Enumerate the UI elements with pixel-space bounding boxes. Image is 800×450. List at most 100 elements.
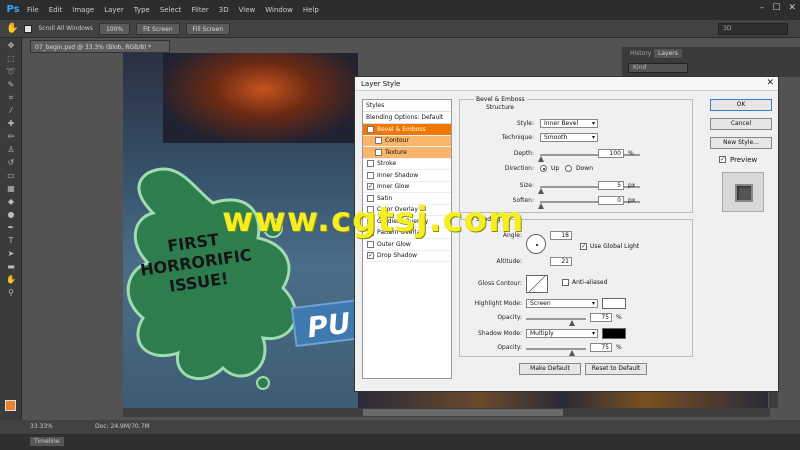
highlight-opacity-slider[interactable] (526, 318, 586, 326)
size-slider[interactable] (538, 186, 640, 194)
menu-help[interactable]: Help (303, 6, 319, 14)
menu-window[interactable]: Window (265, 6, 293, 14)
style-select[interactable]: Inner Bevel (540, 119, 598, 128)
ok-button[interactable]: OK (710, 99, 772, 111)
direction-up-radio[interactable] (540, 165, 547, 172)
tab-layers[interactable]: Layers (654, 49, 682, 58)
tab-history[interactable]: History (626, 49, 655, 58)
close-icon[interactable]: ✕ (766, 78, 774, 88)
zoom-level[interactable]: 33.33% (30, 420, 53, 434)
style-item-outer-glow[interactable]: Outer Glow (363, 239, 451, 251)
slider-knob[interactable] (538, 203, 544, 209)
eyedropper-tool-icon[interactable]: ⁄ (4, 106, 18, 116)
horizontal-scrollbar[interactable] (123, 408, 770, 417)
slider-knob[interactable] (569, 320, 575, 326)
style-checkbox[interactable] (375, 148, 382, 156)
altitude-input[interactable]: 21 (550, 257, 572, 266)
style-item-drop-shadow[interactable]: ✓ Drop Shadow (363, 251, 451, 262)
slider-knob[interactable] (569, 350, 575, 356)
style-item-bevel-emboss[interactable]: ✓ Bevel & Emboss (363, 124, 451, 136)
highlight-color-swatch[interactable] (602, 298, 626, 309)
preview-checkbox[interactable]: ✓ (719, 156, 726, 163)
style-item-inner-shadow[interactable]: Inner Shadow (363, 170, 451, 182)
menu-edit[interactable]: Edit (49, 6, 63, 14)
type-tool-icon[interactable]: T (4, 236, 18, 246)
shadow-color-swatch[interactable] (602, 328, 626, 339)
marquee-tool-icon[interactable]: ⬚ (4, 54, 18, 64)
style-checkbox[interactable] (367, 160, 374, 168)
path-select-icon[interactable]: ➤ (4, 249, 18, 259)
new-style-button[interactable]: New Style... (710, 137, 772, 149)
tab-timeline[interactable]: Timeline (30, 437, 64, 446)
clone-stamp-icon[interactable]: ♙ (4, 145, 18, 155)
healing-brush-icon[interactable]: ✚ (4, 119, 18, 129)
close-icon[interactable]: ✕ (788, 3, 796, 13)
style-checkbox[interactable]: ✓ (367, 252, 374, 260)
maximize-icon[interactable]: ☐ (772, 3, 780, 13)
shadow-mode-select[interactable]: Multiply (526, 329, 598, 338)
highlight-mode-select[interactable]: Screen (526, 299, 598, 308)
lasso-tool-icon[interactable]: ➰ (4, 67, 18, 77)
style-item-inner-glow[interactable]: ✓ Inner Glow (363, 182, 451, 193)
soften-input[interactable]: 0 (598, 196, 624, 205)
quick-select-tool-icon[interactable]: ✎ (4, 80, 18, 90)
layer-filter-select[interactable]: Kind (628, 63, 688, 73)
anti-aliased-checkbox[interactable] (562, 279, 569, 286)
shadow-opacity-slider[interactable] (526, 348, 586, 356)
fit-screen-button[interactable]: Fit Screen (136, 22, 180, 35)
menu-image[interactable]: Image (72, 6, 94, 14)
shadow-opacity-input[interactable]: 75 (590, 343, 612, 352)
minimize-icon[interactable]: – (760, 3, 765, 13)
foreground-color-swatch[interactable] (5, 400, 16, 411)
scrollbar-thumb[interactable] (363, 409, 563, 416)
menu-filter[interactable]: Filter (191, 6, 208, 14)
menu-file[interactable]: File (27, 6, 39, 14)
size-input[interactable]: 5 (598, 181, 624, 190)
move-tool-icon[interactable]: ✥ (4, 41, 18, 51)
workspace-select[interactable]: 3D (718, 23, 788, 35)
style-checkbox[interactable] (367, 240, 374, 248)
cancel-button[interactable]: Cancel (710, 118, 772, 130)
pen-tool-icon[interactable]: ✒ (4, 223, 18, 233)
hand-tool-icon[interactable]: ✋ (4, 275, 18, 285)
fill-screen-button[interactable]: Fill Screen (185, 22, 231, 35)
slider-knob[interactable] (538, 156, 544, 162)
global-light-checkbox[interactable]: ✓ (580, 243, 587, 250)
menu-select[interactable]: Select (160, 6, 182, 14)
gradient-tool-icon[interactable]: ▦ (4, 184, 18, 194)
angle-input[interactable]: 18 (550, 231, 572, 240)
highlight-opacity-input[interactable]: 75 (590, 313, 612, 322)
zoom-tool-icon[interactable]: ⚲ (4, 288, 18, 298)
scroll-all-checkbox[interactable] (24, 24, 33, 33)
depth-slider[interactable] (538, 154, 640, 162)
shape-tool-icon[interactable]: ▬ (4, 262, 18, 272)
menu-type[interactable]: Type (134, 6, 150, 14)
angle-dial[interactable] (526, 234, 546, 254)
blending-options-item[interactable]: Blending Options: Default (363, 112, 451, 124)
style-item-texture[interactable]: Texture (363, 147, 451, 159)
blur-tool-icon[interactable]: ◆ (4, 197, 18, 207)
reset-default-button[interactable]: Reset to Default (585, 363, 647, 375)
history-brush-icon[interactable]: ↺ (4, 158, 18, 168)
depth-input[interactable]: 100 (598, 149, 624, 158)
brush-tool-icon[interactable]: ✏ (4, 132, 18, 142)
gloss-contour-picker[interactable] (526, 275, 548, 293)
style-checkbox[interactable] (375, 137, 382, 145)
menu-view[interactable]: View (239, 6, 256, 14)
style-checkbox[interactable]: ✓ (367, 125, 374, 133)
style-item-stroke[interactable]: Stroke (363, 159, 451, 170)
style-item-contour[interactable]: Contour (363, 135, 451, 147)
slider-knob[interactable] (538, 188, 544, 194)
styles-header[interactable]: Styles (363, 100, 451, 112)
soften-slider[interactable] (538, 201, 640, 209)
dodge-tool-icon[interactable]: ● (4, 210, 18, 220)
menu-layer[interactable]: Layer (104, 6, 124, 14)
eraser-tool-icon[interactable]: ▭ (4, 171, 18, 181)
zoom-100-button[interactable]: 100% (98, 22, 131, 35)
style-checkbox[interactable] (367, 171, 374, 179)
menu-3d[interactable]: 3D (219, 6, 229, 14)
crop-tool-icon[interactable]: ⌗ (4, 93, 18, 103)
style-checkbox[interactable]: ✓ (367, 183, 374, 191)
technique-select[interactable]: Smooth (540, 133, 598, 142)
direction-down-radio[interactable] (565, 165, 572, 172)
